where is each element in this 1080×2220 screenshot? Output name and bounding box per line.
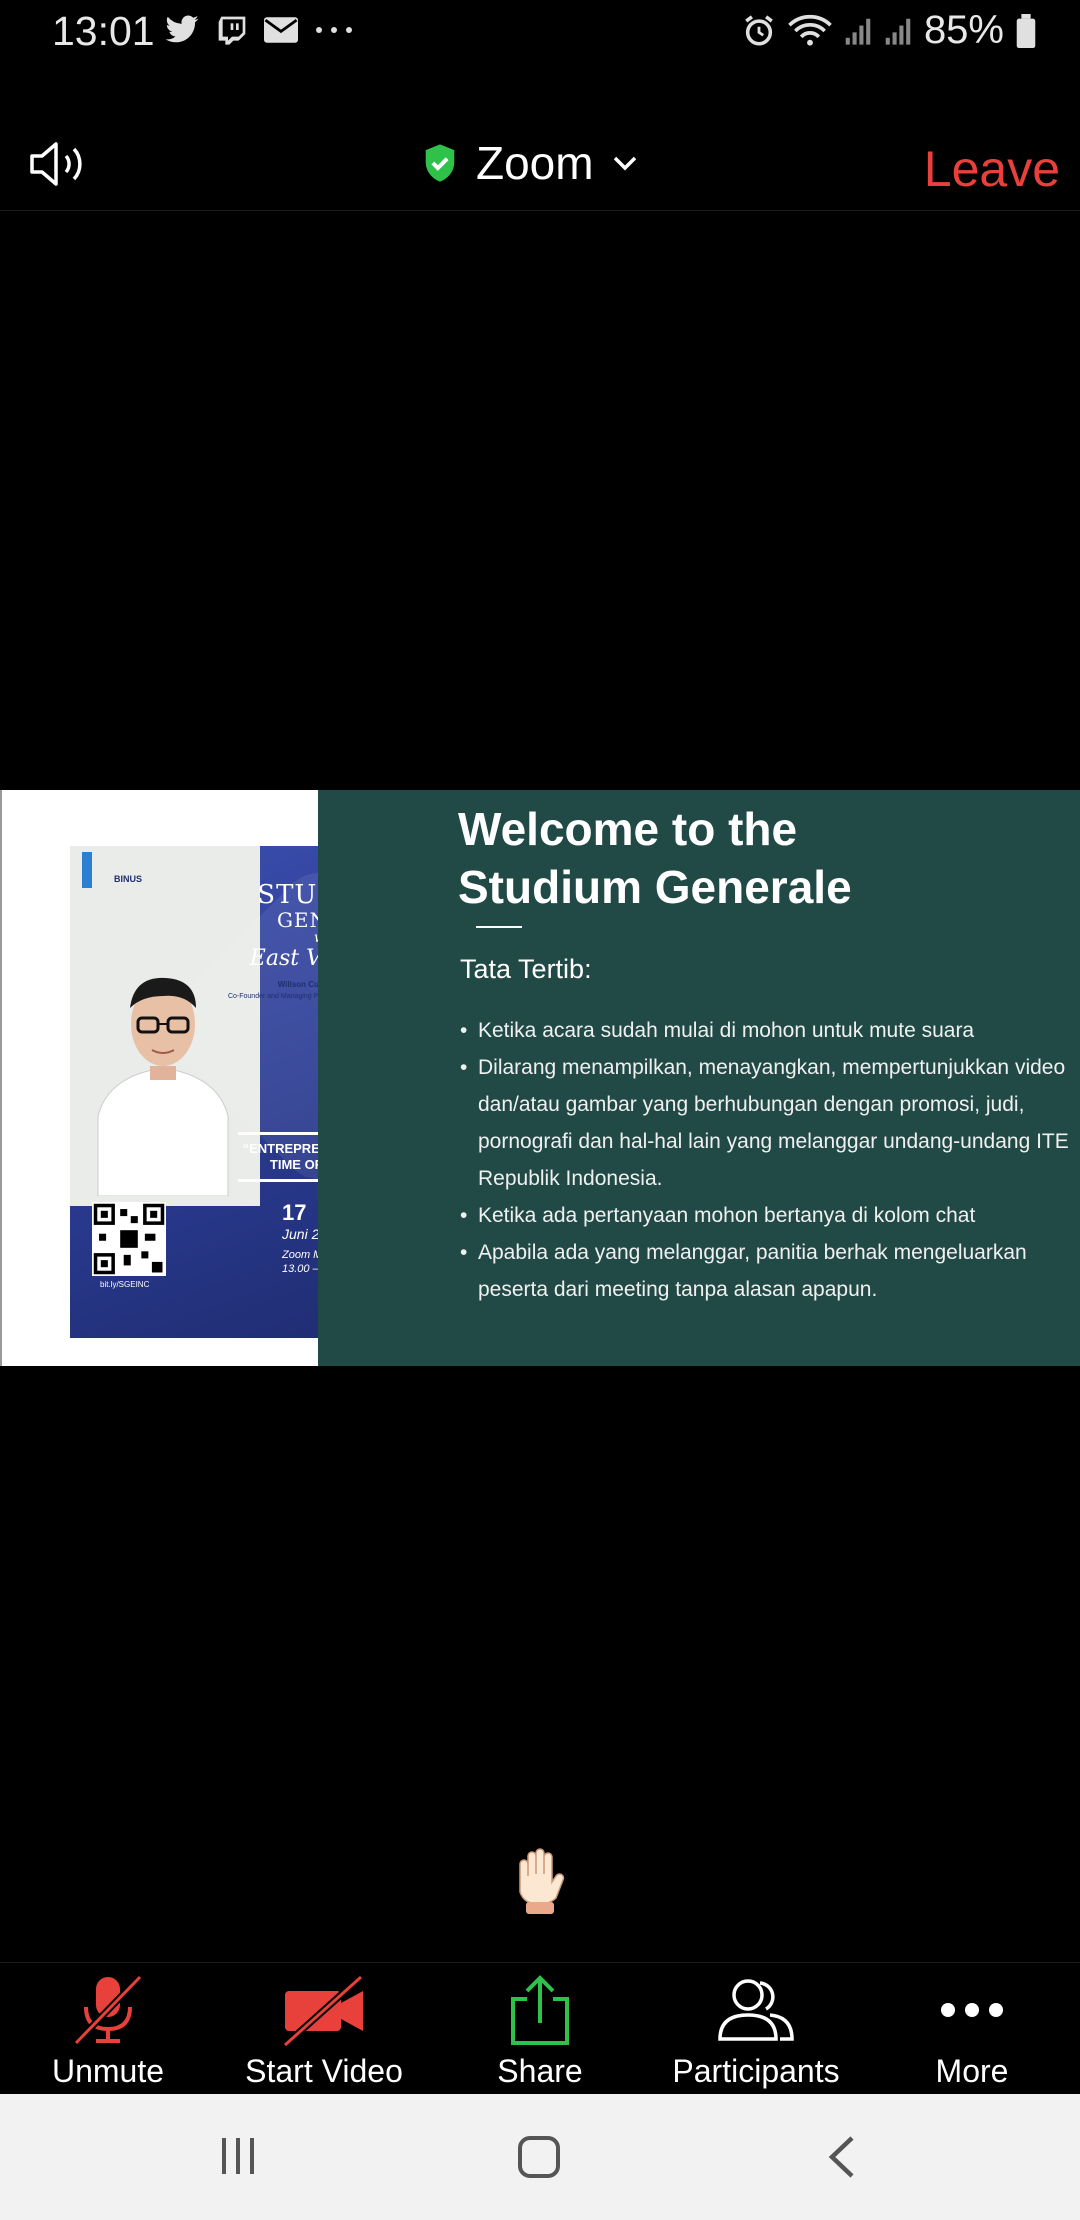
system-navigation-bar	[0, 2094, 1080, 2220]
slide-left-panel: BINUS STUDIUM GENERALE with East Venture…	[0, 790, 419, 1366]
binus-logo: BINUS	[82, 852, 162, 898]
unmute-label: Unmute	[51, 2053, 165, 2089]
mic-off-icon	[68, 1974, 148, 2046]
meeting-title-dropdown[interactable]: Zoom	[422, 136, 638, 190]
rule-item: Apabila ada yang melanggar, panitia berh…	[460, 1234, 1072, 1308]
rule-item: Ketika ada pertanyaan mohon bertanya di …	[460, 1197, 1072, 1234]
alarm-icon	[745, 14, 773, 46]
notification-icons	[164, 14, 354, 46]
slide-subtitle: Tata Tertib:	[460, 954, 592, 984]
participants-icon	[714, 1975, 798, 2045]
share-button[interactable]: Share	[432, 1963, 648, 2093]
rule-item: Dilarang menampilkan, menayangkan, mempe…	[460, 1049, 1072, 1197]
slide-title: Welcome to the Studium Generale	[458, 800, 852, 916]
slide-title-line1: Welcome to the	[458, 803, 798, 855]
mail-icon	[264, 17, 298, 43]
poster-link: bit.ly/SGEINC	[100, 1280, 150, 1289]
speaker-icon[interactable]	[28, 140, 92, 188]
qr-code	[92, 1202, 166, 1276]
battery-icon	[1016, 13, 1036, 48]
meeting-header: Zoom Leave	[0, 110, 1080, 211]
status-bar: 13:01 85%	[0, 0, 1080, 66]
recent-apps-icon[interactable]	[216, 2134, 260, 2178]
more-label: More	[935, 2053, 1009, 2089]
slide-right-panel: Welcome to the Studium Generale Tata Ter…	[318, 790, 1080, 1366]
participants-label: Participants	[672, 2053, 840, 2089]
twitter-icon	[165, 15, 199, 43]
unmute-button[interactable]: Unmute	[0, 1963, 216, 2093]
battery-percentage: 85%	[923, 8, 1004, 52]
wifi-icon	[788, 14, 832, 46]
more-button[interactable]: More	[864, 1963, 1080, 2093]
more-dots-icon	[316, 27, 352, 33]
status-time: 13:01	[52, 8, 155, 54]
shared-screen[interactable]: BINUS STUDIUM GENERALE with East Venture…	[0, 790, 1080, 1366]
share-icon	[507, 1975, 573, 2045]
raised-hand-icon[interactable]	[506, 1846, 572, 1916]
back-icon[interactable]	[822, 2134, 862, 2180]
home-icon[interactable]	[516, 2134, 562, 2180]
more-icon	[939, 1975, 1005, 2045]
slide-title-line2: Studium Generale	[458, 861, 852, 913]
poster-date-day: 17	[282, 1200, 307, 1225]
signal-icon	[845, 18, 871, 45]
chevron-down-icon	[613, 156, 636, 171]
system-icons: 85%	[742, 8, 1036, 53]
rule-item: Ketika acara sudah mulai di mohon untuk …	[460, 1012, 1072, 1049]
twitch-icon	[218, 16, 246, 45]
shield-check-icon	[425, 144, 455, 182]
speaker-photo	[97, 977, 229, 1196]
start-video-label: Start Video	[245, 2053, 403, 2089]
rules-list: Ketika acara sudah mulai di mohon untuk …	[460, 1012, 1072, 1308]
slide-divider	[476, 926, 522, 928]
leave-button[interactable]: Leave	[924, 140, 1060, 198]
video-off-icon	[279, 1974, 369, 2047]
meeting-toolbar: Unmute Start Video Share Participants Mo…	[0, 1962, 1080, 2093]
participants-button[interactable]: Participants	[648, 1963, 864, 2093]
signal-icon	[885, 18, 911, 45]
meeting-title: Zoom	[476, 137, 594, 189]
start-video-button[interactable]: Start Video	[216, 1963, 432, 2093]
share-label: Share	[497, 2053, 583, 2089]
